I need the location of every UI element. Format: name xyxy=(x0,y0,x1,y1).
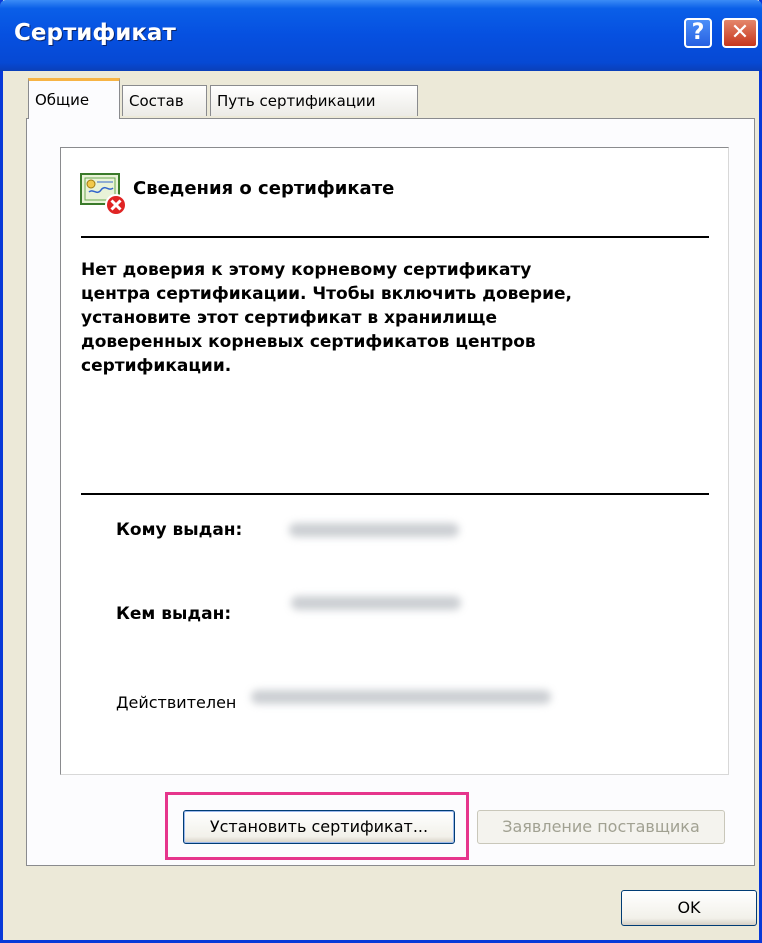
title-bar[interactable]: Сертификат ? ✕ xyxy=(0,0,762,71)
message-line: центра сертификации. Чтобы включить дове… xyxy=(81,284,572,304)
certificate-dialog: Сертификат ? ✕ Общие Состав Путь сертифи… xyxy=(0,0,762,943)
issued-to-value-redacted xyxy=(289,523,459,537)
issuer-statement-button[interactable]: Заявление поставщика xyxy=(477,810,725,844)
tab-general[interactable]: Общие xyxy=(28,78,120,119)
help-button[interactable]: ? xyxy=(684,18,712,48)
divider-bottom xyxy=(81,493,709,495)
ok-button[interactable]: OK xyxy=(621,890,757,926)
message-line: сертификации. xyxy=(81,356,232,376)
issued-by-value-redacted xyxy=(291,596,461,610)
info-title: Сведения о сертификате xyxy=(133,178,395,199)
issued-by-label: Кем выдан: xyxy=(116,604,232,624)
close-button[interactable]: ✕ xyxy=(722,18,758,48)
tab-details[interactable]: Состав xyxy=(122,85,207,116)
install-certificate-button[interactable]: Установить сертификат... xyxy=(183,810,455,844)
validity-value-redacted xyxy=(251,690,551,704)
certificate-error-icon xyxy=(80,173,127,216)
certificate-info-box: Сведения о сертификате Нет доверия к это… xyxy=(60,147,729,775)
tab-panel-general: Сведения о сертификате Нет доверия к это… xyxy=(26,118,755,866)
tab-certification-path[interactable]: Путь сертификации xyxy=(210,85,418,116)
issued-to-label: Кому выдан: xyxy=(116,520,243,540)
message-line: Нет доверия к этому корневому сертификат… xyxy=(81,260,532,280)
trust-warning-message: Нет доверия к этому корневому сертификат… xyxy=(81,258,681,378)
validity-label: Действителен xyxy=(116,693,237,712)
window-title: Сертификат xyxy=(14,20,176,46)
divider-top xyxy=(81,236,709,238)
message-line: доверенных корневых сертификатов центров xyxy=(81,332,536,352)
message-line: установите этот сертификат в хранилище xyxy=(81,308,497,328)
